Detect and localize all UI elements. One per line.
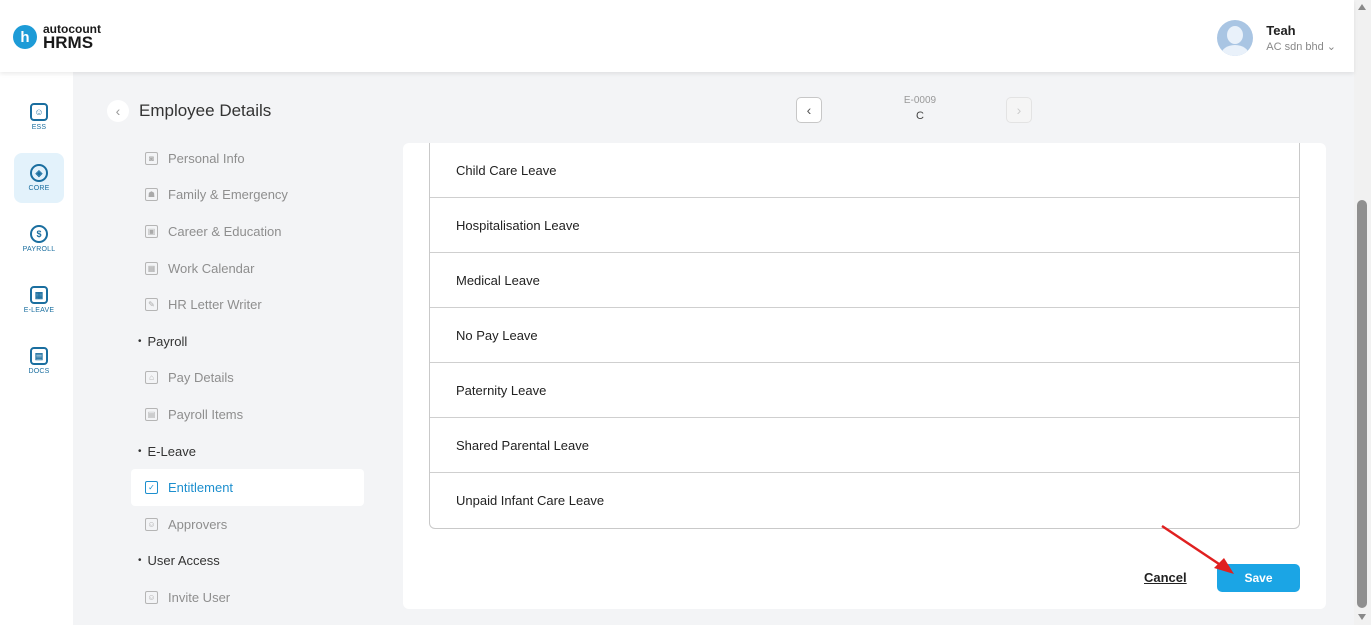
calendar-icon: ▦ <box>145 261 158 275</box>
user-name: Teah <box>1266 23 1296 38</box>
rail-item-ess[interactable]: ☺ ESS <box>14 92 64 142</box>
eleave-icon: ▦ <box>30 286 48 304</box>
back-icon[interactable]: ‹ <box>107 100 129 122</box>
nav-item-approvers[interactable]: ☺ Approvers <box>131 506 364 543</box>
nav-label: Invite User <box>168 589 231 605</box>
rail-item-core[interactable]: ◈ CORE <box>14 153 64 203</box>
personal-info-icon: ◙ <box>145 151 158 165</box>
rail-item-docs[interactable]: ▤ DOCS <box>14 336 64 386</box>
scroll-down-icon[interactable] <box>1358 614 1366 620</box>
list-item[interactable]: Paternity Leave <box>430 363 1299 418</box>
nav-section-eleave: E-Leave <box>131 433 364 470</box>
rail-label: CORE <box>28 185 50 192</box>
bank-icon: ⌂ <box>145 371 158 385</box>
ess-icon: ☺ <box>30 103 48 121</box>
nav-label: Pay Details <box>168 370 234 386</box>
leave-type-list: Child Care Leave Hospitalisation Leave M… <box>429 143 1300 529</box>
rail-label: DOCS <box>28 368 50 375</box>
list-item[interactable]: No Pay Leave <box>430 308 1299 363</box>
module-rail: ☺ ESS ◈ CORE $ PAYROLL ▦ E-LEAVE ▤ DOCS <box>0 72 73 625</box>
previous-employee-button[interactable]: ‹ <box>796 97 822 123</box>
rail-label: ESS <box>31 124 47 131</box>
nav-item-personal-info[interactable]: ◙ Personal Info <box>131 140 364 177</box>
next-employee-button[interactable]: › <box>1006 97 1032 123</box>
nav-section-payroll: Payroll <box>131 323 364 360</box>
career-icon: ▣ <box>145 224 158 238</box>
docs-icon: ▤ <box>30 347 48 365</box>
nav-item-career[interactable]: ▣ Career & Education <box>131 213 364 250</box>
invite-user-icon: ☺ <box>145 590 158 604</box>
list-item[interactable]: Medical Leave <box>430 253 1299 308</box>
nav-item-entitlement[interactable]: ✓ Entitlement <box>131 469 364 506</box>
rail-label: E-LEAVE <box>23 307 55 314</box>
avatar <box>1217 20 1254 56</box>
employee-side-nav: ◙ Personal Info ☗ Family & Emergency ▣ Care… <box>131 140 364 616</box>
employee-indicator: E-0009 C <box>880 95 960 122</box>
top-bar: h autocount HRMS Teah AC sdn bhd ⌄ <box>0 0 1354 72</box>
logo-product: HRMS <box>43 33 94 52</box>
list-item[interactable]: Shared Parental Leave <box>430 418 1299 473</box>
chevron-down-icon: ⌄ <box>1326 41 1336 53</box>
nav-item-hr-letter[interactable]: ✎ HR Letter Writer <box>131 286 364 323</box>
annotation-arrow-icon <box>1161 524 1234 574</box>
chevron-left-icon: ‹ <box>806 102 812 118</box>
family-icon: ☗ <box>145 188 158 202</box>
page-title: Employee Details <box>139 101 272 120</box>
payroll-items-icon: ▤ <box>145 407 158 421</box>
rail-label: PAYROLL <box>22 246 56 253</box>
scroll-thumb[interactable] <box>1357 200 1367 608</box>
employee-id: E-0009 <box>903 95 937 106</box>
nav-label: Approvers <box>168 516 228 532</box>
nav-label: Career & Education <box>168 223 282 239</box>
employee-name: C <box>916 110 924 122</box>
payroll-icon: $ <box>30 225 48 243</box>
list-item[interactable]: Child Care Leave <box>430 143 1299 198</box>
nav-label: Entitlement <box>168 480 234 496</box>
list-item[interactable]: Unpaid Infant Care Leave <box>430 473 1299 528</box>
nav-label: Work Calendar <box>168 260 255 276</box>
calendar-check-icon: ✓ <box>145 481 158 495</box>
nav-item-pay-details[interactable]: ⌂ Pay Details <box>131 360 364 397</box>
app-logo[interactable]: h autocount HRMS <box>13 23 101 52</box>
logo-badge: h <box>13 25 37 49</box>
core-icon: ◈ <box>30 164 48 182</box>
rail-item-payroll[interactable]: $ PAYROLL <box>14 214 64 264</box>
nav-item-family[interactable]: ☗ Family & Emergency <box>131 177 364 214</box>
nav-label: HR Letter Writer <box>168 297 262 313</box>
user-menu[interactable]: Teah AC sdn bhd ⌄ <box>1217 20 1336 56</box>
scroll-up-icon[interactable] <box>1358 4 1366 10</box>
letter-icon: ✎ <box>145 298 158 312</box>
nav-item-invite-user[interactable]: ☺ Invite User <box>131 579 364 616</box>
page-header: ‹ Employee Details <box>107 100 271 122</box>
nav-section-user-access: User Access <box>131 543 364 580</box>
nav-item-work-calendar[interactable]: ▦ Work Calendar <box>131 250 364 287</box>
nav-item-payroll-items[interactable]: ▤ Payroll Items <box>131 396 364 433</box>
nav-label: Family & Emergency <box>168 187 288 203</box>
chevron-right-icon: › <box>1016 102 1022 118</box>
page-scrollbar[interactable] <box>1354 0 1371 625</box>
approvers-icon: ☺ <box>145 517 158 531</box>
list-item[interactable]: Hospitalisation Leave <box>430 198 1299 253</box>
user-company[interactable]: AC sdn bhd ⌄ <box>1266 40 1336 53</box>
rail-item-eleave[interactable]: ▦ E-LEAVE <box>14 275 64 325</box>
nav-label: Payroll Items <box>168 406 244 422</box>
nav-label: Personal Info <box>168 150 245 166</box>
